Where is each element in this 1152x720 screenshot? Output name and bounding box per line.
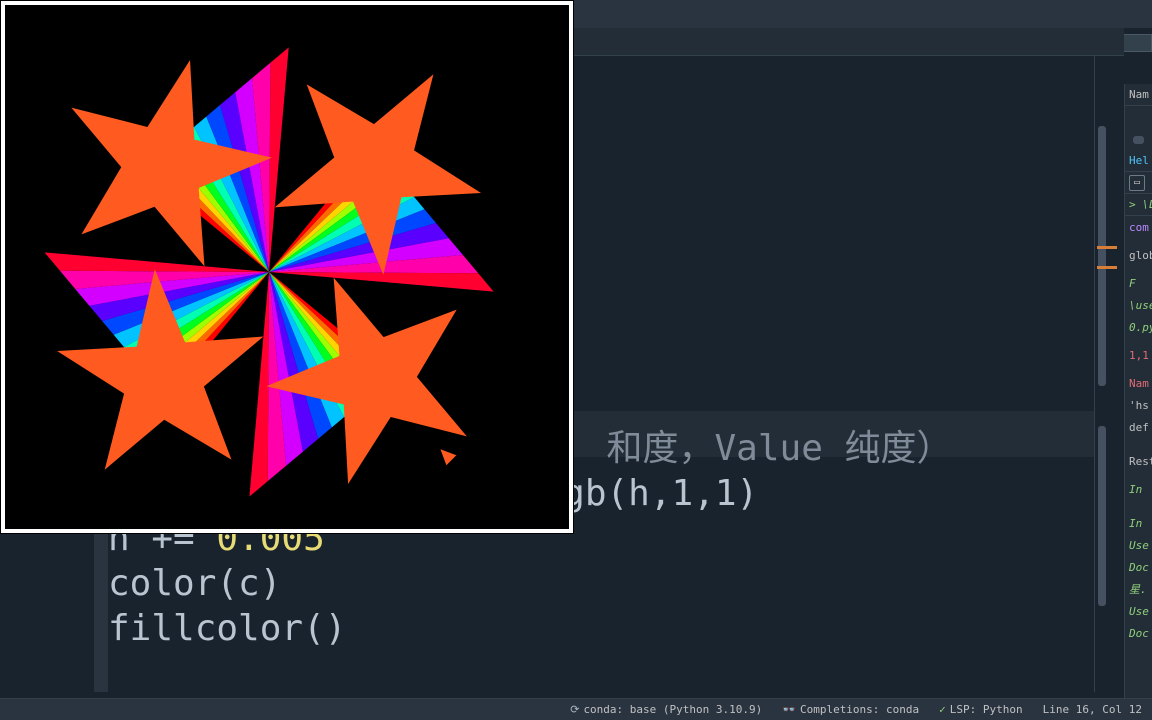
status-completions[interactable]: 👓Completions: conda — [772, 703, 929, 716]
console-line: 0.py — [1125, 316, 1152, 338]
console-line: \use — [1125, 294, 1152, 316]
turtle-canvas — [5, 5, 569, 529]
status-lsp[interactable]: ✓LSP: Python — [929, 703, 1032, 716]
console-line: Use — [1125, 600, 1152, 622]
right-panel: Nam Hel ▭ > \L com glob F \use 0.py 1,1 … — [1124, 84, 1152, 720]
right-panel-header[interactable]: Nam — [1125, 84, 1152, 106]
code-line-color: color(c) — [108, 563, 281, 604]
minimap-mark — [1097, 266, 1117, 269]
minimap-mark — [1097, 246, 1117, 249]
scrollbar-thumb[interactable] — [1133, 136, 1144, 144]
tab-help[interactable]: Hel — [1125, 150, 1152, 172]
code-line-fillcolor: fillcolor() — [108, 608, 346, 649]
console-line: > \L — [1125, 194, 1152, 216]
console-line: 'hs — [1125, 394, 1152, 416]
turtle-graphics-window[interactable] — [0, 0, 574, 534]
minimap-thumb[interactable] — [1098, 126, 1106, 386]
loop-icon: ⟳ — [570, 703, 579, 716]
glasses-icon: 👓 — [782, 703, 796, 716]
tab-files[interactable]: ▭ — [1125, 172, 1152, 194]
folder-icon: ▭ — [1129, 175, 1145, 191]
console-line: com — [1125, 216, 1152, 238]
turtle-drawing — [5, 5, 569, 529]
check-icon: ✓ — [939, 703, 946, 716]
status-interpreter[interactable]: ⟳conda: base (Python 3.10.9) — [560, 703, 772, 716]
console-line: def — [1125, 416, 1152, 438]
status-cursor[interactable]: Line 16, Col 12 — [1033, 703, 1152, 716]
console-line: F — [1125, 272, 1152, 294]
minimap-thumb[interactable] — [1098, 426, 1106, 606]
console-error-line: Nam — [1125, 372, 1152, 394]
console-prompt[interactable]: In — [1125, 478, 1152, 500]
console-line: Doc — [1125, 622, 1152, 644]
console-line: Use — [1125, 534, 1152, 556]
console-line: 星. — [1125, 578, 1152, 600]
right-panel-thumb-row — [1125, 130, 1152, 150]
console-line: Doc — [1125, 556, 1152, 578]
minimap[interactable] — [1094, 56, 1118, 692]
console-line: glob — [1125, 244, 1152, 266]
console-line: 1,1 — [1125, 344, 1152, 366]
console-line: Rest — [1125, 450, 1152, 472]
console-prompt[interactable]: In — [1125, 512, 1152, 534]
status-bar: ⟳conda: base (Python 3.10.9) 👓Completion… — [0, 698, 1152, 720]
